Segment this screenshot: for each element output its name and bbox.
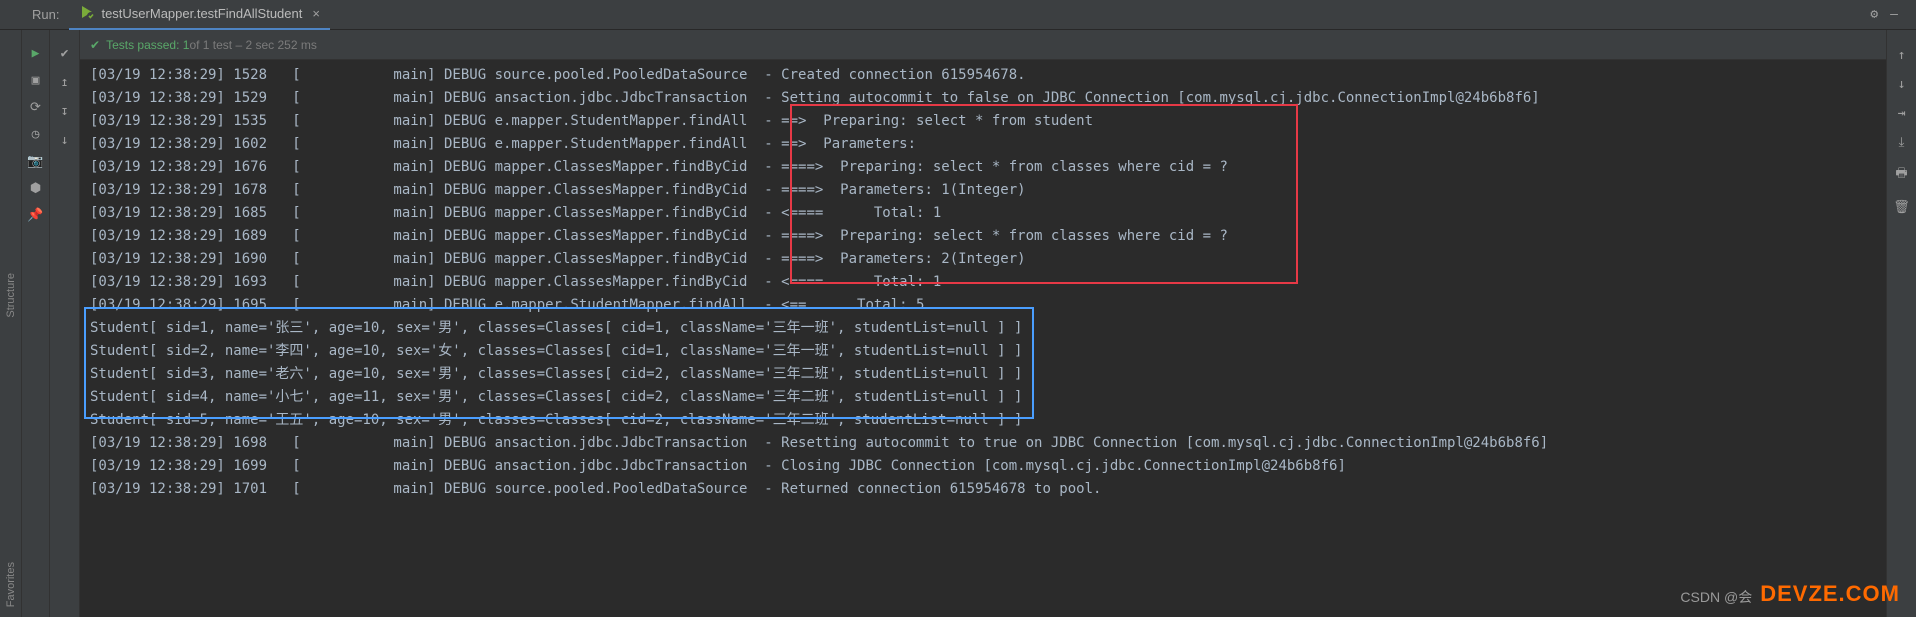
collapse-icon[interactable]: ↥ [61, 75, 69, 90]
highlight-result-output [84, 307, 1034, 419]
expand-icon[interactable]: ↧ [61, 104, 69, 119]
gear-icon[interactable]: ⚙ [1870, 7, 1878, 22]
favorites-tool-label[interactable]: Favorites [5, 562, 17, 607]
console-line: [03/19 12:38:29] 1698 [ main] DEBUG ansa… [90, 432, 1876, 455]
scroll-end-icon[interactable]: ⤓ [1899, 135, 1905, 150]
pin-icon[interactable]: 📌 [27, 208, 43, 223]
profile-icon[interactable]: ◷ [32, 127, 40, 142]
minimize-icon[interactable]: — [1890, 7, 1898, 22]
console-line: [03/19 12:38:29] 1528 [ main] DEBUG sour… [90, 64, 1876, 87]
highlight-sql-queries [790, 104, 1298, 284]
close-tab-icon[interactable]: × [312, 6, 320, 21]
console-toolbar: ↑ ↓ ⇥ ⤓ 🖶 🗑 [1886, 30, 1916, 617]
tests-summary-text: of 1 test – 2 sec 252 ms [189, 38, 316, 52]
tab-title: testUserMapper.testFindAllStudent [101, 6, 302, 21]
scroll-icon[interactable]: ↓ [61, 133, 69, 148]
test-toolbar: ✔ ↥ ↧ ↓ [50, 30, 80, 617]
test-status-bar: ✔ Tests passed: 1 of 1 test – 2 sec 252 … [80, 30, 1916, 60]
print-icon[interactable]: 🖶 [1895, 164, 1907, 186]
run-label: Run: [22, 7, 69, 22]
devz-text: DEVZE.COM [1760, 581, 1900, 607]
console-line: [03/19 12:38:29] 1701 [ main] DEBUG sour… [90, 478, 1876, 501]
run-ok-icon [79, 4, 95, 23]
csdn-text: CSDN @会 [1680, 587, 1752, 607]
console-line: [03/19 12:38:29] 1699 [ main] DEBUG ansa… [90, 455, 1876, 478]
trash-icon[interactable]: 🗑 [1893, 200, 1910, 215]
stop-icon[interactable]: ▣ [32, 73, 40, 88]
tests-passed-text: Tests passed: 1 [106, 38, 189, 52]
settings-icon[interactable]: ⬢ [30, 181, 41, 196]
up-arrow-icon[interactable]: ↑ [1898, 48, 1906, 63]
watermark: CSDN @会 DEVZE.COM [1680, 581, 1900, 607]
run-toolbar: ▶ ▣ ⟳ ◷ 📷 ⬢ 📌 [22, 30, 50, 617]
rerun-icon[interactable]: ▶ [32, 46, 40, 61]
run-tab[interactable]: testUserMapper.testFindAllStudent × [69, 0, 329, 31]
structure-tool-label[interactable]: Structure [5, 273, 17, 318]
camera-icon[interactable]: 📷 [27, 154, 43, 169]
check-icon: ✔ [90, 38, 100, 52]
restart-icon[interactable]: ⟳ [30, 100, 41, 115]
left-stripe: Structure Favorites [0, 30, 22, 617]
down-arrow-icon[interactable]: ↓ [1898, 77, 1906, 92]
soft-wrap-icon[interactable]: ⇥ [1898, 106, 1906, 121]
show-passed-icon[interactable]: ✔ [61, 46, 69, 61]
